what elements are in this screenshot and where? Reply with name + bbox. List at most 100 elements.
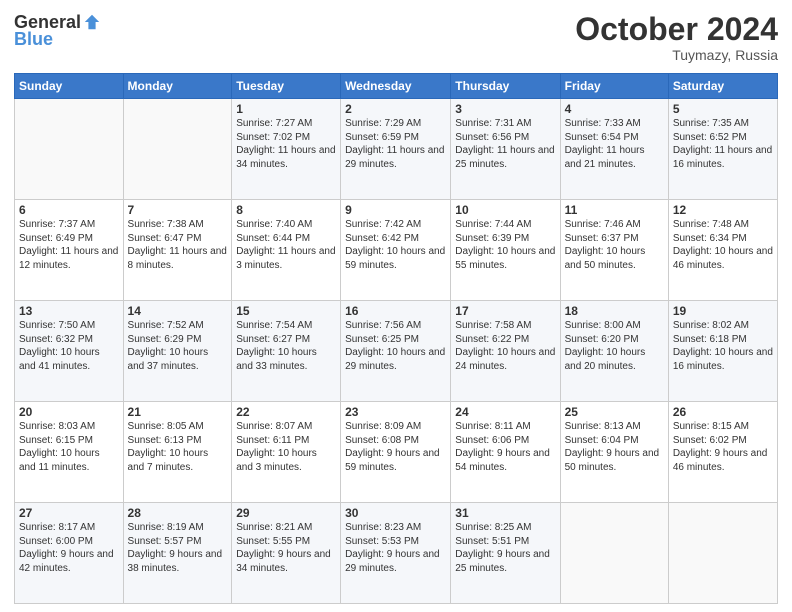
day-number: 14 (128, 304, 228, 318)
day-number: 3 (455, 102, 555, 116)
col-tuesday: Tuesday (232, 74, 341, 99)
calendar-week-row: 1Sunrise: 7:27 AMSunset: 7:02 PMDaylight… (15, 99, 778, 200)
table-row: 10Sunrise: 7:44 AMSunset: 6:39 PMDayligh… (451, 200, 560, 301)
day-info: Sunrise: 8:02 AMSunset: 6:18 PMDaylight:… (673, 319, 773, 373)
table-row: 28Sunrise: 8:19 AMSunset: 5:57 PMDayligh… (123, 503, 232, 604)
day-number: 18 (565, 304, 664, 318)
day-info: Sunrise: 7:54 AMSunset: 6:27 PMDaylight:… (236, 319, 336, 373)
day-info: Sunrise: 7:38 AMSunset: 6:47 PMDaylight:… (128, 218, 228, 272)
table-row: 22Sunrise: 8:07 AMSunset: 6:11 PMDayligh… (232, 402, 341, 503)
day-info: Sunrise: 8:13 AMSunset: 6:04 PMDaylight:… (565, 420, 664, 474)
day-info: Sunrise: 8:23 AMSunset: 5:53 PMDaylight:… (345, 521, 446, 575)
table-row: 17Sunrise: 7:58 AMSunset: 6:22 PMDayligh… (451, 301, 560, 402)
day-info: Sunrise: 8:21 AMSunset: 5:55 PMDaylight:… (236, 521, 336, 575)
day-number: 21 (128, 405, 228, 419)
day-info: Sunrise: 7:42 AMSunset: 6:42 PMDaylight:… (345, 218, 446, 272)
day-number: 23 (345, 405, 446, 419)
day-info: Sunrise: 7:56 AMSunset: 6:25 PMDaylight:… (345, 319, 446, 373)
day-info: Sunrise: 7:50 AMSunset: 6:32 PMDaylight:… (19, 319, 119, 373)
day-info: Sunrise: 7:27 AMSunset: 7:02 PMDaylight:… (236, 117, 336, 171)
table-row: 3Sunrise: 7:31 AMSunset: 6:56 PMDaylight… (451, 99, 560, 200)
table-row: 27Sunrise: 8:17 AMSunset: 6:00 PMDayligh… (15, 503, 124, 604)
page-container: General Blue October 2024 Tuymazy, Russi… (0, 0, 792, 612)
table-row: 8Sunrise: 7:40 AMSunset: 6:44 PMDaylight… (232, 200, 341, 301)
day-number: 20 (19, 405, 119, 419)
day-number: 5 (673, 102, 773, 116)
table-row: 7Sunrise: 7:38 AMSunset: 6:47 PMDaylight… (123, 200, 232, 301)
col-wednesday: Wednesday (341, 74, 451, 99)
col-friday: Friday (560, 74, 668, 99)
day-number: 6 (19, 203, 119, 217)
day-info: Sunrise: 8:00 AMSunset: 6:20 PMDaylight:… (565, 319, 664, 373)
table-row (15, 99, 124, 200)
day-info: Sunrise: 7:37 AMSunset: 6:49 PMDaylight:… (19, 218, 119, 272)
title-block: October 2024 Tuymazy, Russia (575, 12, 778, 63)
calendar-week-row: 13Sunrise: 7:50 AMSunset: 6:32 PMDayligh… (15, 301, 778, 402)
table-row: 31Sunrise: 8:25 AMSunset: 5:51 PMDayligh… (451, 503, 560, 604)
day-info: Sunrise: 7:58 AMSunset: 6:22 PMDaylight:… (455, 319, 555, 373)
col-saturday: Saturday (668, 74, 777, 99)
month-title: October 2024 (575, 12, 778, 47)
table-row: 13Sunrise: 7:50 AMSunset: 6:32 PMDayligh… (15, 301, 124, 402)
day-info: Sunrise: 7:46 AMSunset: 6:37 PMDaylight:… (565, 218, 664, 272)
table-row: 9Sunrise: 7:42 AMSunset: 6:42 PMDaylight… (341, 200, 451, 301)
day-number: 30 (345, 506, 446, 520)
calendar-table: Sunday Monday Tuesday Wednesday Thursday… (14, 73, 778, 604)
table-row: 23Sunrise: 8:09 AMSunset: 6:08 PMDayligh… (341, 402, 451, 503)
table-row: 29Sunrise: 8:21 AMSunset: 5:55 PMDayligh… (232, 503, 341, 604)
day-number: 31 (455, 506, 555, 520)
col-thursday: Thursday (451, 74, 560, 99)
table-row: 20Sunrise: 8:03 AMSunset: 6:15 PMDayligh… (15, 402, 124, 503)
day-info: Sunrise: 8:09 AMSunset: 6:08 PMDaylight:… (345, 420, 446, 474)
table-row: 4Sunrise: 7:33 AMSunset: 6:54 PMDaylight… (560, 99, 668, 200)
col-monday: Monday (123, 74, 232, 99)
table-row (668, 503, 777, 604)
day-number: 4 (565, 102, 664, 116)
day-number: 19 (673, 304, 773, 318)
logo-icon (83, 13, 101, 31)
day-number: 29 (236, 506, 336, 520)
day-info: Sunrise: 7:31 AMSunset: 6:56 PMDaylight:… (455, 117, 555, 171)
logo: General Blue (14, 12, 101, 50)
table-row: 18Sunrise: 8:00 AMSunset: 6:20 PMDayligh… (560, 301, 668, 402)
calendar-week-row: 6Sunrise: 7:37 AMSunset: 6:49 PMDaylight… (15, 200, 778, 301)
table-row: 19Sunrise: 8:02 AMSunset: 6:18 PMDayligh… (668, 301, 777, 402)
day-number: 12 (673, 203, 773, 217)
day-info: Sunrise: 8:19 AMSunset: 5:57 PMDaylight:… (128, 521, 228, 575)
day-info: Sunrise: 7:33 AMSunset: 6:54 PMDaylight:… (565, 117, 664, 171)
day-info: Sunrise: 8:17 AMSunset: 6:00 PMDaylight:… (19, 521, 119, 575)
day-number: 22 (236, 405, 336, 419)
day-info: Sunrise: 7:52 AMSunset: 6:29 PMDaylight:… (128, 319, 228, 373)
table-row (560, 503, 668, 604)
day-number: 28 (128, 506, 228, 520)
day-info: Sunrise: 7:29 AMSunset: 6:59 PMDaylight:… (345, 117, 446, 171)
table-row: 11Sunrise: 7:46 AMSunset: 6:37 PMDayligh… (560, 200, 668, 301)
day-info: Sunrise: 7:40 AMSunset: 6:44 PMDaylight:… (236, 218, 336, 272)
table-row: 5Sunrise: 7:35 AMSunset: 6:52 PMDaylight… (668, 99, 777, 200)
day-info: Sunrise: 8:05 AMSunset: 6:13 PMDaylight:… (128, 420, 228, 474)
col-sunday: Sunday (15, 74, 124, 99)
calendar-header-row: Sunday Monday Tuesday Wednesday Thursday… (15, 74, 778, 99)
day-number: 2 (345, 102, 446, 116)
table-row: 6Sunrise: 7:37 AMSunset: 6:49 PMDaylight… (15, 200, 124, 301)
day-number: 7 (128, 203, 228, 217)
header: General Blue October 2024 Tuymazy, Russi… (14, 12, 778, 63)
day-number: 13 (19, 304, 119, 318)
table-row: 14Sunrise: 7:52 AMSunset: 6:29 PMDayligh… (123, 301, 232, 402)
day-number: 27 (19, 506, 119, 520)
day-number: 10 (455, 203, 555, 217)
table-row: 21Sunrise: 8:05 AMSunset: 6:13 PMDayligh… (123, 402, 232, 503)
calendar-week-row: 27Sunrise: 8:17 AMSunset: 6:00 PMDayligh… (15, 503, 778, 604)
table-row: 1Sunrise: 7:27 AMSunset: 7:02 PMDaylight… (232, 99, 341, 200)
table-row: 16Sunrise: 7:56 AMSunset: 6:25 PMDayligh… (341, 301, 451, 402)
table-row: 24Sunrise: 8:11 AMSunset: 6:06 PMDayligh… (451, 402, 560, 503)
table-row (123, 99, 232, 200)
day-number: 24 (455, 405, 555, 419)
day-number: 8 (236, 203, 336, 217)
table-row: 15Sunrise: 7:54 AMSunset: 6:27 PMDayligh… (232, 301, 341, 402)
day-number: 16 (345, 304, 446, 318)
day-info: Sunrise: 8:07 AMSunset: 6:11 PMDaylight:… (236, 420, 336, 474)
day-info: Sunrise: 8:03 AMSunset: 6:15 PMDaylight:… (19, 420, 119, 474)
day-info: Sunrise: 7:48 AMSunset: 6:34 PMDaylight:… (673, 218, 773, 272)
table-row: 25Sunrise: 8:13 AMSunset: 6:04 PMDayligh… (560, 402, 668, 503)
